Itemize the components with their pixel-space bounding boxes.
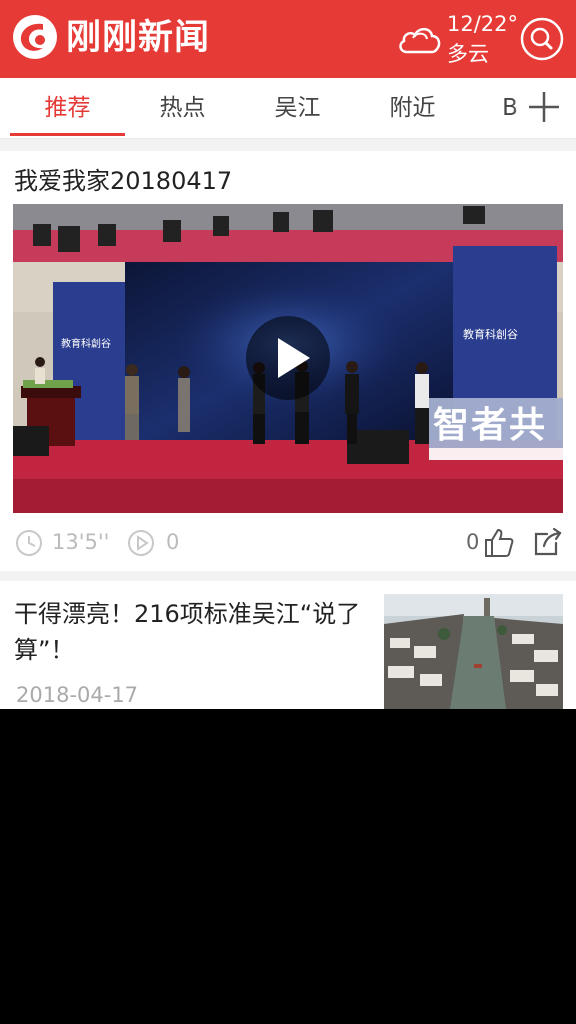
section-divider [0, 571, 576, 581]
article-date: 2018-04-17 [16, 683, 139, 707]
tab-nearby[interactable]: 附近 [355, 78, 470, 138]
video-thumbnail[interactable]: 智者共 教育科創谷 教育科創谷 [13, 204, 563, 513]
temperature-text: 12/22° [447, 12, 519, 36]
tab-wujiang[interactable]: 吴江 [240, 78, 355, 138]
screen-logo-right: 教育科創谷 [463, 328, 518, 341]
category-tabs: 推荐 热点 吴江 附近 B [0, 78, 576, 139]
article-title[interactable]: 干得漂亮！216项标准吴江“说了算”！ [14, 596, 370, 668]
section-divider [0, 139, 576, 151]
tab-recommend[interactable]: 推荐 [10, 78, 125, 138]
stage-scene-image [13, 204, 563, 513]
app-brand: 刚刚新闻 [66, 18, 211, 58]
play-count-icon [128, 530, 154, 556]
video-meta-row: 13'5'' 0 0 [0, 520, 576, 568]
logo-icon [13, 15, 57, 59]
tab-hot[interactable]: 热点 [125, 78, 240, 138]
share-button[interactable] [530, 526, 564, 560]
like-button[interactable] [482, 526, 516, 560]
app-screen: 刚刚新闻 12/22° 多云 推荐 热点 吴江 附近 B 我爱我家2018041… [0, 0, 576, 709]
screen-logo-left: 教育科創谷 [61, 339, 111, 350]
search-button[interactable] [519, 16, 565, 62]
cloudy-icon [399, 27, 441, 54]
add-channel-button[interactable] [512, 78, 576, 138]
video-duration: 13'5'' [52, 530, 110, 554]
app-header: 刚刚新闻 12/22° 多云 [0, 0, 576, 78]
article-thumbnail[interactable] [384, 594, 563, 709]
clock-icon [16, 530, 42, 556]
like-count: 0 [466, 530, 480, 554]
video-title[interactable]: 我爱我家20180417 [14, 163, 232, 199]
active-tab-indicator [10, 133, 125, 136]
banner-text: 智者共 [433, 405, 548, 446]
play-count: 0 [166, 530, 180, 554]
water-town-image [384, 594, 563, 709]
weather-condition: 多云 [447, 42, 489, 66]
